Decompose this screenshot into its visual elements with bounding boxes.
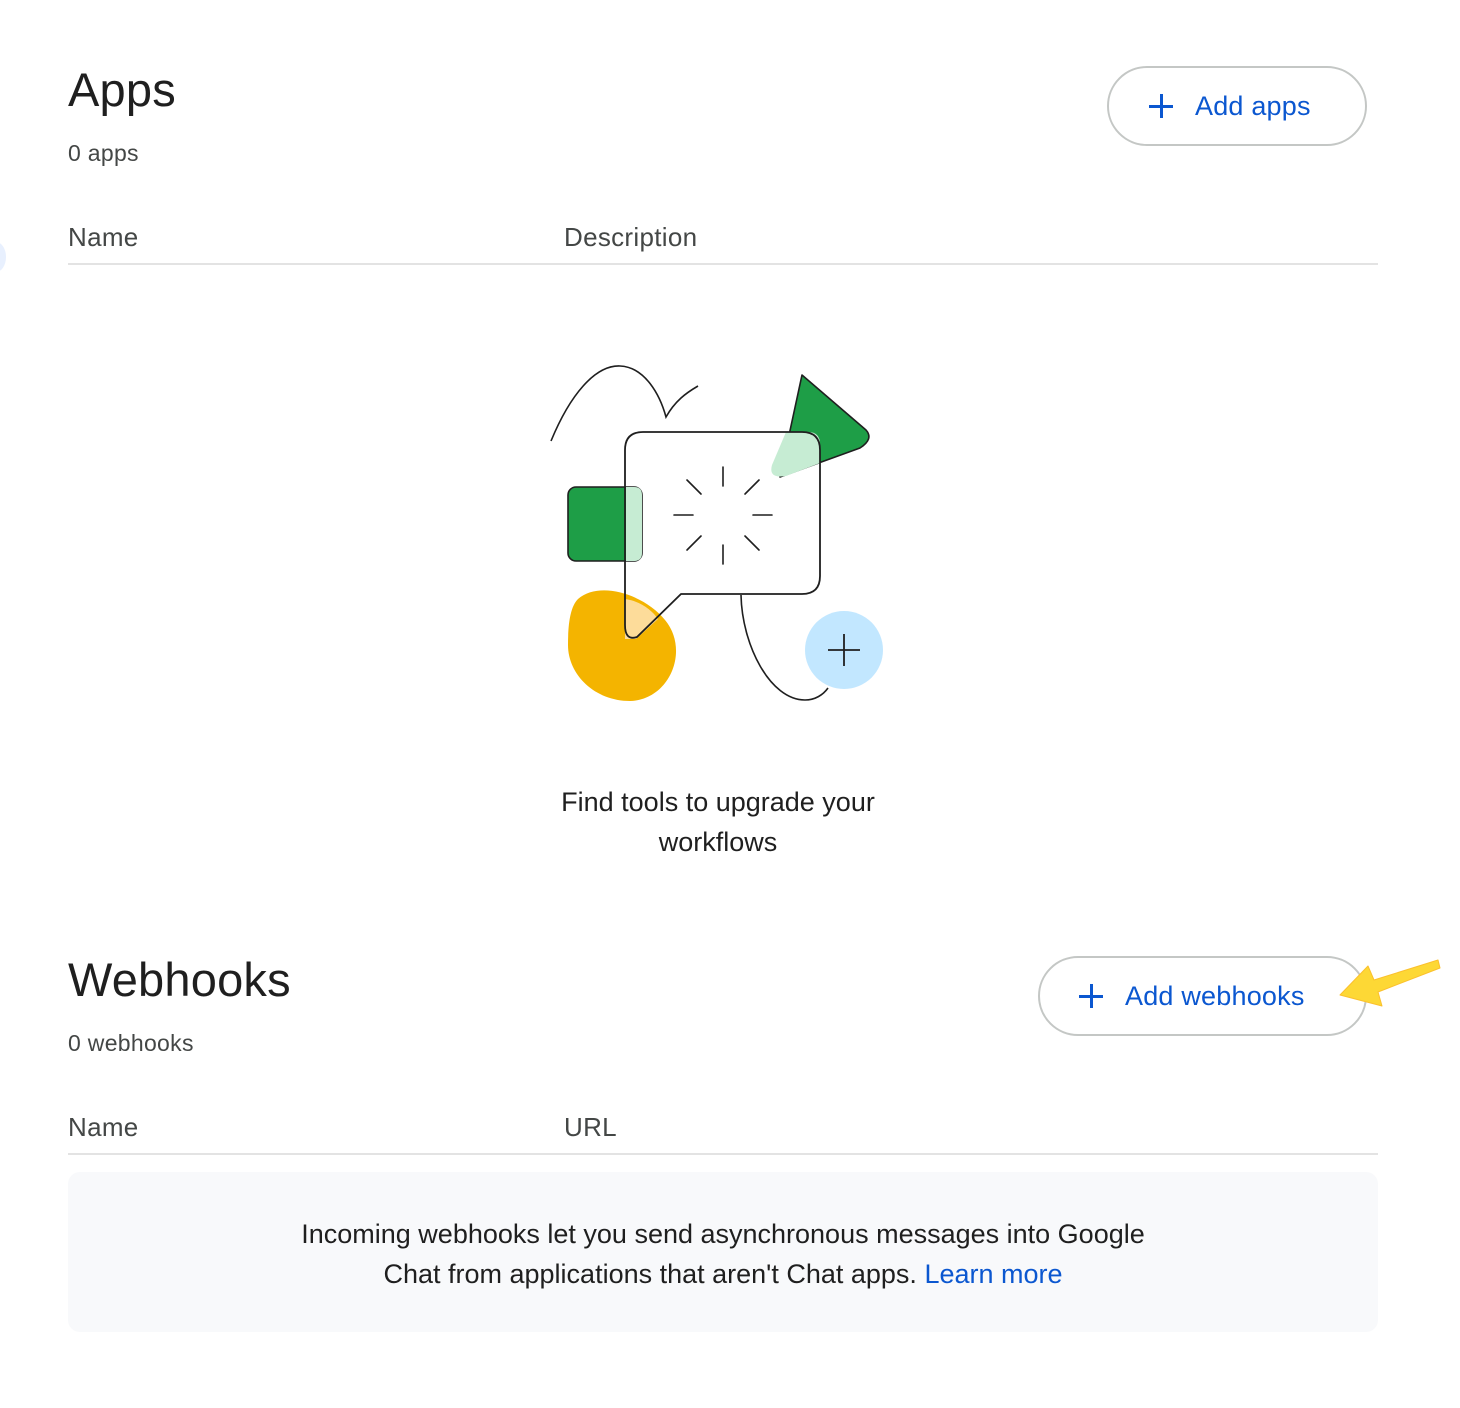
- learn-more-link[interactable]: Learn more: [924, 1259, 1062, 1289]
- webhooks-table-divider: [68, 1153, 1378, 1155]
- apps-count: 0 apps: [68, 140, 139, 166]
- webhooks-info-line-2-wrap: Chat from applications that aren't Chat …: [68, 1254, 1378, 1294]
- apps-empty-line-1: Find tools to upgrade your: [561, 787, 875, 817]
- apps-title: Apps: [68, 63, 176, 116]
- add-apps-button[interactable]: Add apps: [1107, 66, 1367, 146]
- plus-icon: [1079, 984, 1103, 1008]
- apps-column-name: Name: [68, 222, 139, 252]
- webhooks-info-text: Incoming webhooks let you send asynchron…: [68, 1214, 1378, 1294]
- yellow-arrow-icon: [1339, 959, 1441, 1007]
- webhooks-info-line-2: Chat from applications that aren't Chat …: [383, 1259, 917, 1289]
- apps-empty-state: Find tools to upgrade your workflows: [468, 782, 968, 862]
- chat-apps-illustration-icon: [550, 365, 883, 701]
- apps-empty-line-2: workflows: [658, 827, 778, 857]
- edge-indicator: [0, 242, 6, 272]
- webhooks-title: Webhooks: [68, 953, 291, 1006]
- webhooks-info-line-1: Incoming webhooks let you send asynchron…: [301, 1219, 1145, 1249]
- webhooks-column-url: URL: [564, 1112, 617, 1142]
- add-webhooks-label: Add webhooks: [1125, 980, 1305, 1011]
- plus-icon: [1149, 94, 1173, 118]
- webhooks-info-box: Incoming webhooks let you send asynchron…: [68, 1172, 1378, 1332]
- apps-column-description: Description: [564, 222, 698, 252]
- apps-table-divider: [68, 263, 1378, 265]
- webhooks-column-name: Name: [68, 1112, 139, 1142]
- add-apps-label: Add apps: [1195, 90, 1311, 121]
- add-webhooks-button[interactable]: Add webhooks: [1038, 956, 1367, 1036]
- webhooks-count: 0 webhooks: [68, 1030, 194, 1056]
